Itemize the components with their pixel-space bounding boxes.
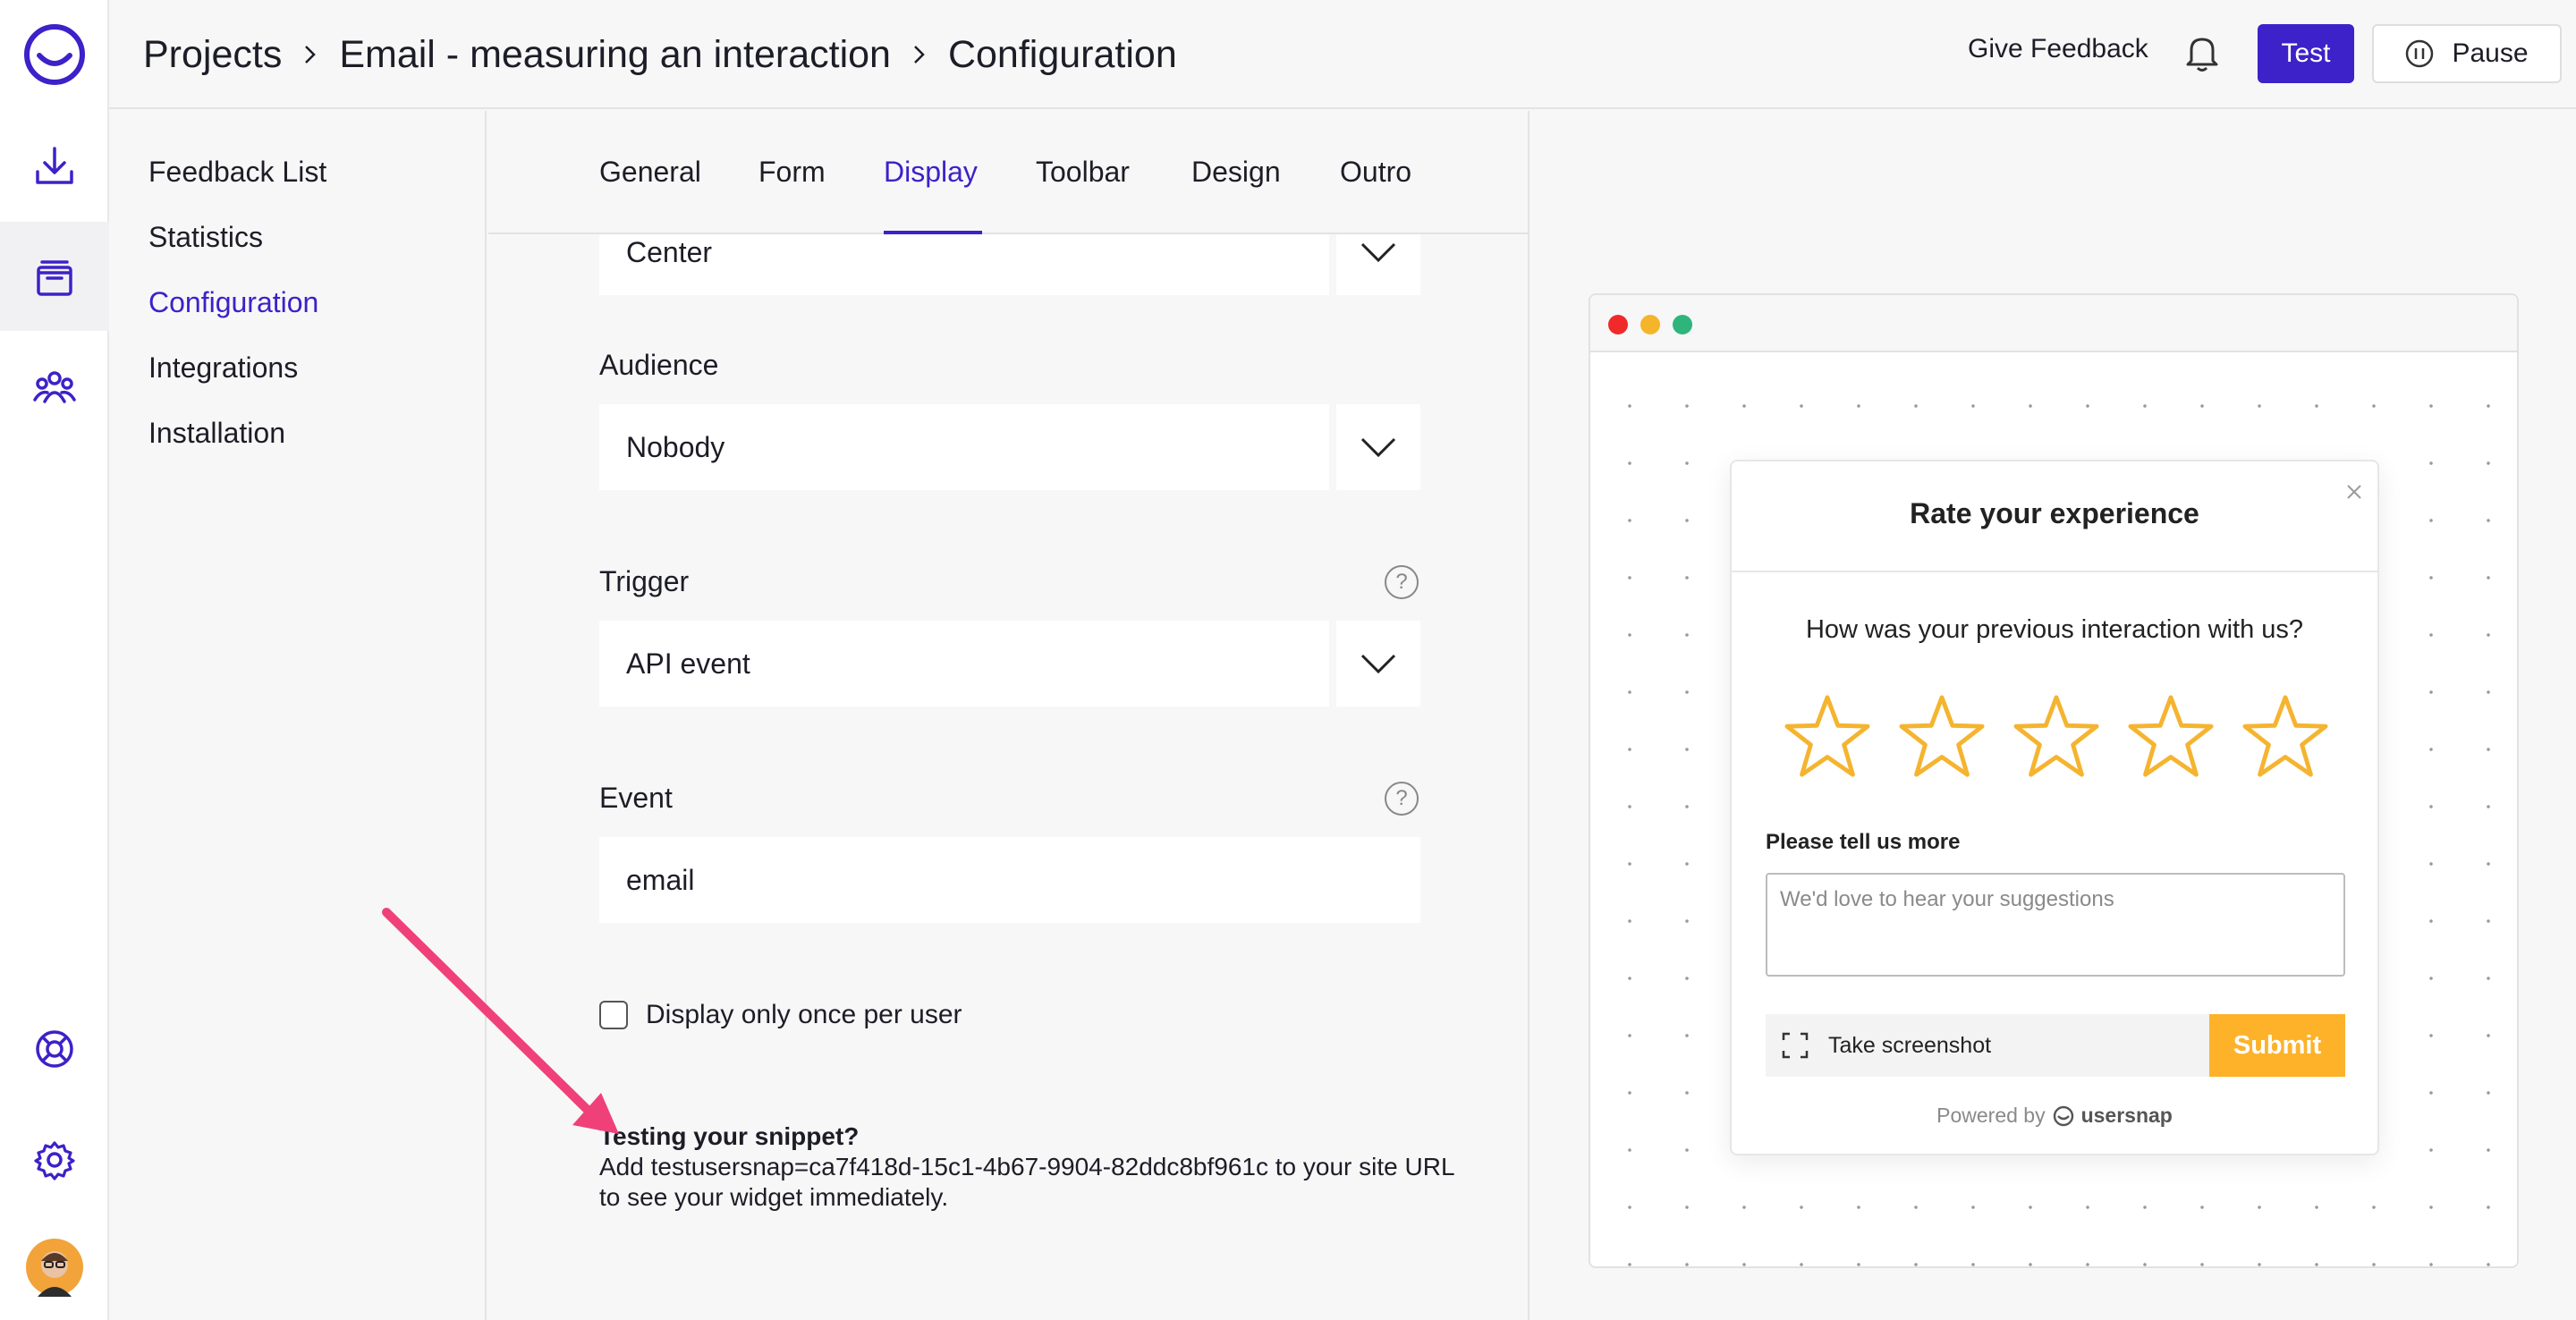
- breadcrumb: Projects Email - measuring an interactio…: [143, 0, 1177, 109]
- take-screenshot-label: Take screenshot: [1828, 1032, 1992, 1058]
- archive-icon[interactable]: [0, 222, 109, 331]
- subnav-configuration[interactable]: Configuration: [148, 286, 318, 319]
- take-screenshot-button[interactable]: Take screenshot: [1766, 1014, 2209, 1077]
- trigger-label: Trigger: [599, 565, 690, 597]
- team-icon[interactable]: [0, 333, 109, 442]
- tab-design[interactable]: Design: [1191, 156, 1281, 189]
- subnav-installation[interactable]: Installation: [148, 417, 285, 450]
- widget-question: How was your previous interaction with u…: [1805, 615, 2304, 644]
- subnav-feedback-list[interactable]: Feedback List: [148, 156, 326, 189]
- breadcrumb-project[interactable]: Email - measuring an interaction: [339, 33, 891, 77]
- event-label: Event: [599, 782, 673, 814]
- feedback-widget-preview: Rate your experience How was your previo…: [1730, 460, 2379, 1155]
- usersnap-logo-icon: [2053, 1105, 2073, 1126]
- trigger-select[interactable]: API event: [599, 621, 1420, 707]
- submit-button[interactable]: Submit: [2209, 1014, 2345, 1077]
- window-close-dot: [1608, 315, 1628, 334]
- give-feedback-link[interactable]: Give Feedback: [1968, 34, 2148, 64]
- pause-button[interactable]: Pause: [2372, 24, 2562, 83]
- trigger-select-value: API event: [599, 621, 1329, 707]
- pause-icon: [2406, 39, 2434, 68]
- subnav-statistics[interactable]: Statistics: [148, 221, 263, 254]
- powered-by-label: Powered by: [1936, 1104, 2046, 1127]
- window-minimize-dot: [1640, 315, 1660, 334]
- help-icon[interactable]: ?: [1385, 782, 1419, 816]
- project-subnav: Feedback List Statistics Configuration I…: [109, 111, 487, 1320]
- widget-divider: [1732, 571, 2377, 572]
- powered-by: Powered by usersnap: [1732, 1104, 2377, 1128]
- browser-titlebar: [1590, 295, 2517, 352]
- top-header: Projects Email - measuring an interactio…: [109, 0, 2576, 109]
- chevron-down-icon: [1336, 621, 1420, 707]
- star-icon[interactable]: [1784, 692, 1871, 780]
- settings-gear-icon[interactable]: [0, 1105, 109, 1214]
- chevron-down-icon: [1336, 404, 1420, 490]
- breadcrumb-current: Configuration: [947, 32, 1177, 76]
- star-icon[interactable]: [2241, 692, 2329, 780]
- star-rating: [1784, 692, 2329, 780]
- test-button[interactable]: Test: [2258, 24, 2354, 83]
- tab-outro[interactable]: Outro: [1340, 156, 1411, 189]
- help-icon[interactable]: ?: [1385, 565, 1419, 599]
- subnav-integrations[interactable]: Integrations: [148, 351, 298, 385]
- help-lifebuoy-icon[interactable]: [0, 994, 109, 1104]
- snippet-hint: Testing your snippet? Add testusersnap=c…: [599, 1121, 1458, 1213]
- bell-icon[interactable]: [2184, 32, 2220, 78]
- display-once-label: Display only once per user: [646, 1000, 962, 1029]
- active-tab-indicator: [884, 231, 982, 234]
- star-icon[interactable]: [1898, 692, 1986, 780]
- audience-select-value: Nobody: [599, 404, 1329, 490]
- breadcrumb-projects[interactable]: Projects: [143, 33, 282, 77]
- chevron-right-icon: [911, 41, 928, 68]
- snippet-text: Add testusersnap=ca7f418d-15c1-4b67-9904…: [599, 1153, 1454, 1211]
- configuration-panel: Center General Form Display Toolbar Desi…: [488, 111, 1530, 1320]
- tab-toolbar[interactable]: Toolbar: [1036, 156, 1130, 189]
- download-icon[interactable]: [0, 111, 109, 220]
- audience-label: Audience: [599, 349, 719, 381]
- screenshot-frame-icon: [1782, 1032, 1809, 1059]
- display-once-checkbox[interactable]: [599, 1001, 628, 1029]
- icon-rail: [0, 0, 109, 1320]
- window-maximize-dot: [1673, 315, 1692, 334]
- audience-select[interactable]: Nobody: [599, 404, 1420, 490]
- event-input[interactable]: email: [599, 837, 1420, 923]
- snippet-title: Testing your snippet?: [599, 1122, 860, 1150]
- close-icon[interactable]: [2345, 483, 2363, 505]
- widget-title: Rate your experience: [1910, 497, 2199, 529]
- star-icon[interactable]: [2012, 692, 2100, 780]
- tell-more-label: Please tell us more: [1766, 830, 1961, 854]
- config-tabs: General Form Display Toolbar Design Outr…: [488, 111, 1528, 234]
- suggestions-textarea[interactable]: We'd love to hear your suggestions: [1766, 873, 2345, 977]
- tab-display[interactable]: Display: [884, 156, 978, 189]
- display-once-row: Display only once per user: [599, 1000, 962, 1030]
- usersnap-logo-icon[interactable]: [0, 0, 109, 109]
- pause-label: Pause: [2452, 38, 2529, 68]
- star-icon[interactable]: [2127, 692, 2215, 780]
- chevron-right-icon: [301, 41, 319, 68]
- brand-name: usersnap: [2080, 1104, 2173, 1127]
- tab-form[interactable]: Form: [758, 156, 826, 189]
- tab-general[interactable]: General: [599, 156, 701, 189]
- user-avatar[interactable]: [0, 1213, 109, 1320]
